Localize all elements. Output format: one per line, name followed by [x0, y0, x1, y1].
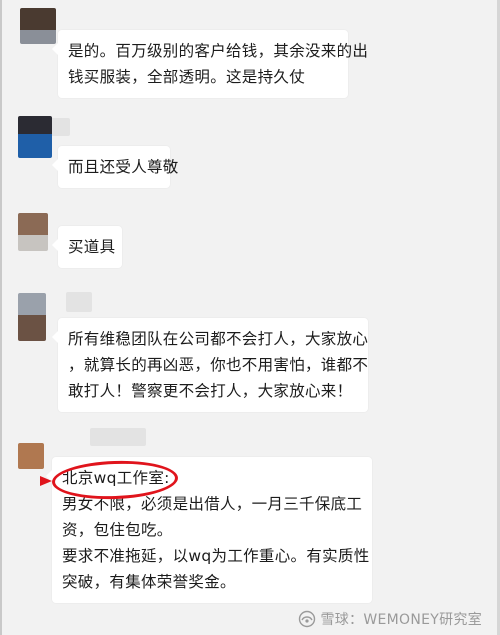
- message-text: 买道具: [68, 238, 116, 256]
- highlight-pointer: [40, 476, 52, 486]
- avatar[interactable]: [18, 293, 46, 341]
- message-text: 资，包住包吃。: [62, 521, 173, 539]
- message-text: ，就算长的再凶恶，你也不用害怕，谁都不: [68, 356, 369, 374]
- message-bubble[interactable]: 所有维稳团队在公司都不会打人，大家放心 ，就算长的再凶恶，你也不用害怕，谁都不 …: [52, 318, 369, 412]
- avatar[interactable]: [18, 443, 44, 469]
- nickname-redacted: [66, 292, 92, 312]
- message-bubble[interactable]: 而且还受人尊敬: [52, 146, 179, 188]
- message-text: 钱买服装，全部透明。这是持久仗: [68, 68, 306, 86]
- avatar[interactable]: [18, 213, 48, 251]
- watermark: 雪球：WEMONEY研究室: [298, 609, 482, 629]
- avatar[interactable]: [18, 116, 52, 158]
- message-text: 而且还受人尊敬: [68, 158, 179, 176]
- message-bubble[interactable]: 买道具: [52, 226, 122, 268]
- message-text: 所有维稳团队在公司都不会打人，大家放心: [68, 330, 369, 348]
- xueqiu-snowball-icon: [299, 610, 316, 628]
- message-text: 要求不准拖延，以wq为工作重心。有实质性: [62, 547, 370, 565]
- message-text: 是的。百万级别的客户给钱，其余没来的出: [68, 42, 369, 60]
- nickname-redacted: [90, 428, 146, 446]
- watermark-text: 雪球：WEMONEY研究室: [320, 612, 482, 628]
- message-bubble[interactable]: 是的。百万级别的客户给钱，其余没来的出 钱买服装，全部透明。这是持久仗: [52, 30, 369, 98]
- message-text: 敢打人！警察更不会打人，大家放心来！: [68, 382, 353, 400]
- avatar[interactable]: [20, 8, 56, 44]
- message-text: 突破，有集体荣誉奖金。: [62, 573, 236, 591]
